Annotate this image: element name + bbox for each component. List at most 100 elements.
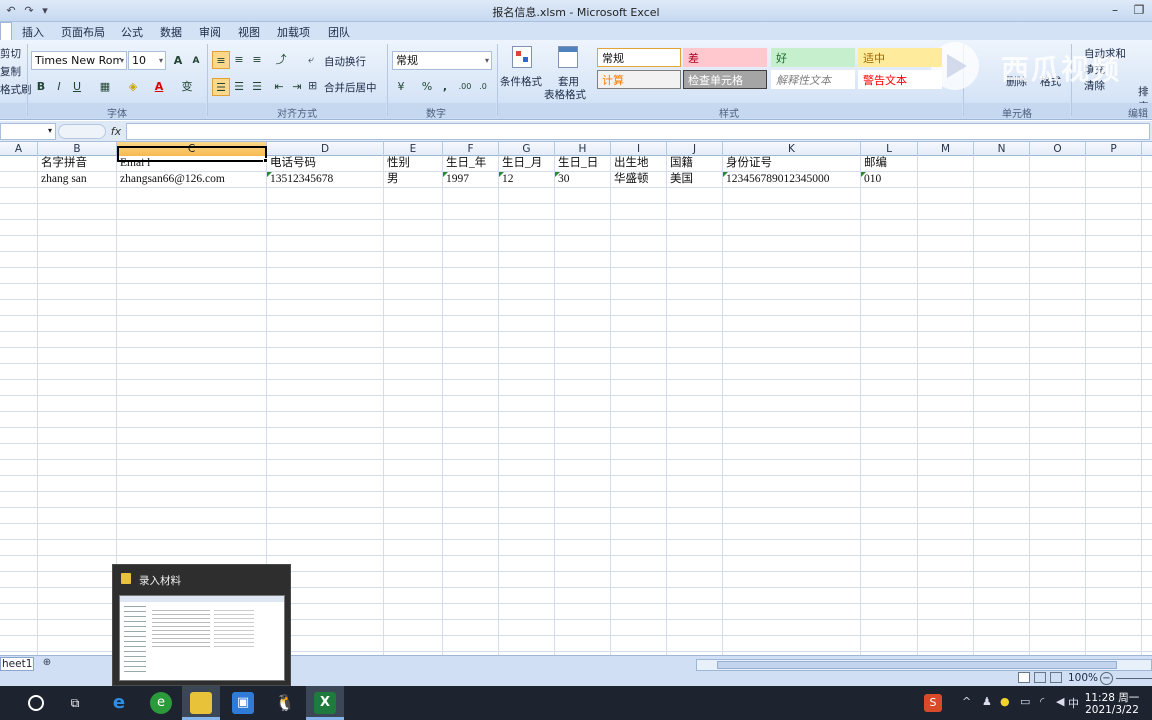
header-cell[interactable]: 身份证号 [724,156,860,171]
number-as-text-indicator-icon[interactable] [443,172,448,177]
tab-page-layout[interactable]: 页面布局 [61,24,105,40]
column-header-f[interactable]: F [443,142,499,156]
data-cell[interactable]: zhangsan66@126.com [118,172,266,187]
file-explorer-icon[interactable] [190,692,212,714]
cell-style-option[interactable]: 警告文本 [858,70,942,89]
minimize-button[interactable]: – [1104,2,1126,19]
format-as-table-button[interactable]: 套用 表格格式 [544,44,590,102]
currency-icon[interactable]: ¥ [392,78,410,96]
battery-icon[interactable]: ▭ [1020,695,1030,708]
number-as-text-indicator-icon[interactable] [267,172,272,177]
ime-mode[interactable]: 中 [1068,695,1079,711]
normal-view-icon[interactable] [1018,672,1030,683]
browser-icon[interactable]: e [150,692,172,714]
column-header-n[interactable]: N [974,142,1030,156]
name-box[interactable]: ▾ [0,123,56,140]
zoom-slider[interactable] [1116,678,1152,679]
number-as-text-indicator-icon[interactable] [723,172,728,177]
number-as-text-indicator-icon[interactable] [861,172,866,177]
active-cell-selection[interactable] [117,146,267,162]
number-as-text-indicator-icon[interactable] [499,172,504,177]
restore-button[interactable]: ❐ [1128,2,1150,19]
percent-button[interactable]: % [418,78,436,96]
zoom-level[interactable]: 100% [1068,672,1098,684]
align-right-icon[interactable]: ☰ [248,78,266,96]
conditional-format-button[interactable]: 条件格式 [500,44,542,102]
data-cell[interactable]: 010 [862,172,917,187]
volume-icon[interactable]: ◀ [1056,695,1064,708]
data-cell[interactable]: 13512345678 [268,172,383,187]
data-cell[interactable]: 12 [500,172,554,187]
header-cell[interactable]: 生日_月 [500,156,554,171]
tab-insert[interactable]: 插入 [22,24,44,40]
qq-icon[interactable]: 🐧 [274,692,296,714]
cell-style-option[interactable]: 好 [771,48,855,67]
cell-style-option[interactable]: 适中 [858,48,942,67]
wifi-icon[interactable]: ◜ [1040,695,1044,708]
tab-home[interactable] [0,22,12,40]
taskbar-preview-popup[interactable]: 录入材料 [112,564,291,686]
orientation-icon[interactable]: ⤴ [272,51,290,69]
column-header-i[interactable]: I [611,142,667,156]
clock-date[interactable]: 2021/3/22 [1080,704,1144,716]
grow-font-button[interactable]: A [169,52,187,70]
insert-sheet-icon[interactable]: ⊕ [38,657,56,671]
scrollbar-thumb[interactable] [717,661,1117,669]
fill-color-icon[interactable]: ◈ [124,78,142,96]
tab-formulas[interactable]: 公式 [121,24,143,40]
column-header-j[interactable]: J [667,142,723,156]
header-cell[interactable]: 邮编 [862,156,917,171]
cell-style-option[interactable]: 计算 [597,70,681,89]
cell-style-option[interactable]: 常规 [597,48,681,67]
italic-button[interactable]: I [50,78,68,96]
phonetic-button[interactable]: 变 [178,78,196,96]
increase-indent-icon[interactable]: ⇥ [288,78,306,96]
tab-data[interactable]: 数据 [160,24,182,40]
header-cell[interactable]: 生日_年 [444,156,498,171]
horizontal-scrollbar[interactable] [696,659,1152,671]
align-top-icon[interactable]: ≡ [212,51,230,69]
number-format-select[interactable]: 常规 ▾ [392,51,492,70]
align-center-icon[interactable]: ☰ [230,78,248,96]
column-header-g[interactable]: G [499,142,555,156]
data-cell[interactable]: 男 [385,172,442,187]
column-header-k[interactable]: K [723,142,861,156]
data-cell[interactable]: zhang san [39,172,116,187]
sogou-ime-icon[interactable]: S [924,694,942,712]
tab-review[interactable]: 审阅 [199,24,221,40]
column-header-a[interactable]: A [0,142,38,156]
decrease-indent-icon[interactable]: ⇤ [270,78,288,96]
align-middle-icon[interactable]: ≡ [230,51,248,69]
data-cell[interactable]: 123456789012345000 [724,172,860,187]
page-layout-view-icon[interactable] [1034,672,1046,683]
teams-icon[interactable]: ▣ [232,692,254,714]
column-header-d[interactable]: D [267,142,384,156]
header-cell[interactable]: 性别 [385,156,442,171]
underline-button[interactable]: U [68,78,86,96]
task-view-icon[interactable]: ⧉ [64,692,86,714]
preview-thumbnail[interactable] [119,595,285,681]
number-as-text-indicator-icon[interactable] [555,172,560,177]
formula-input[interactable] [126,123,1150,140]
data-cell[interactable]: 1997 [444,172,498,187]
excel-icon[interactable]: X [314,692,336,714]
shrink-font-button[interactable]: A [187,52,205,70]
decrease-decimal-button[interactable]: .0 [474,78,492,96]
header-cell[interactable]: 生日_日 [556,156,610,171]
column-header-l[interactable]: L [861,142,918,156]
header-cell[interactable]: 名字拼音 [39,156,116,171]
page-break-view-icon[interactable] [1050,672,1062,683]
align-left-icon[interactable]: ☰ [212,78,230,96]
increase-decimal-button[interactable]: .00 [456,78,474,96]
tab-view[interactable]: 视图 [238,24,260,40]
header-cell[interactable]: 国籍 [668,156,722,171]
edge-icon[interactable]: e [108,692,130,714]
column-header-e[interactable]: E [384,142,443,156]
show-hidden-icons[interactable]: ^ [962,695,971,708]
cell-style-option[interactable]: 检查单元格 [683,70,767,89]
data-cell[interactable]: 30 [556,172,610,187]
tab-addins[interactable]: 加载项 [277,24,310,40]
tray-app2-icon[interactable]: ● [1000,695,1010,708]
column-header-m[interactable]: M [918,142,974,156]
align-bottom-icon[interactable]: ≡ [248,51,266,69]
